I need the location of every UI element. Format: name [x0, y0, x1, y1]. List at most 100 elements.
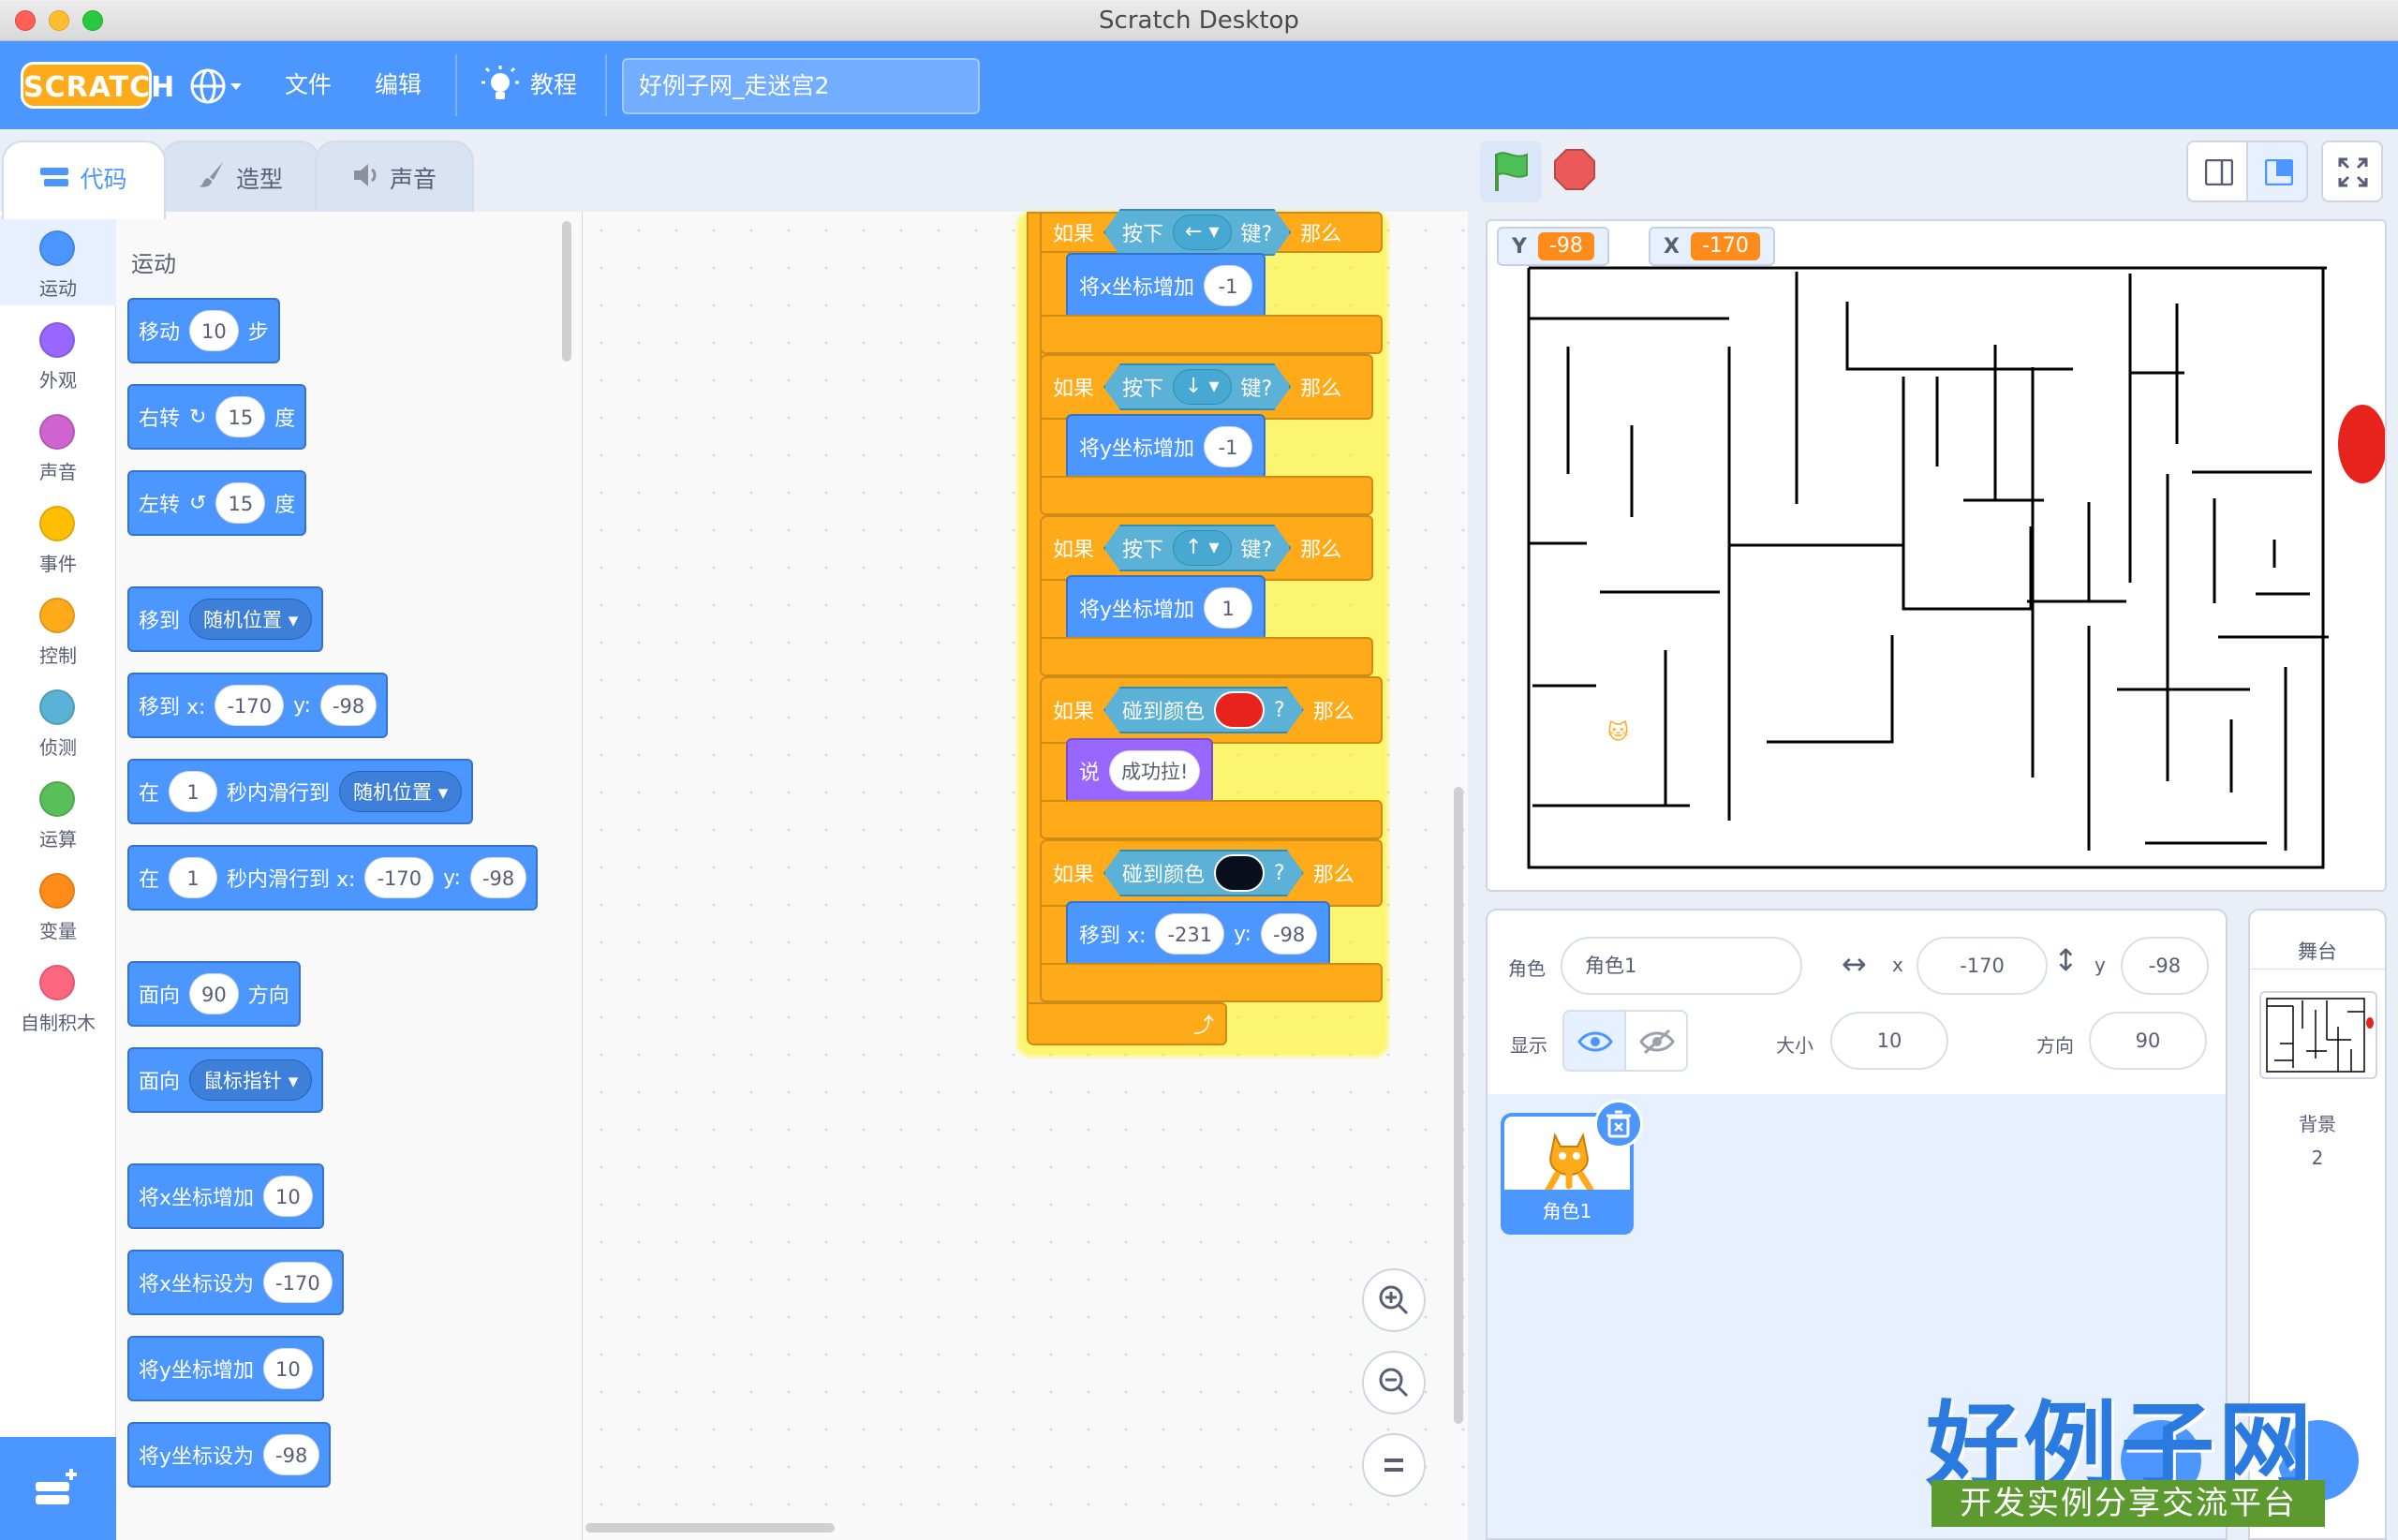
block-input[interactable]: -170 — [364, 857, 435, 898]
block-input[interactable]: 1 — [169, 771, 218, 812]
block-input[interactable]: 15 — [215, 396, 266, 437]
green-flag-button[interactable] — [1480, 141, 1542, 202]
project-title-input[interactable]: 好例子网_走迷宫2 — [622, 58, 980, 114]
color-swatch-black[interactable] — [1214, 854, 1265, 892]
block-dropdown[interactable]: 随机位置 ▾ — [189, 599, 313, 640]
block-input[interactable]: 1 — [169, 857, 218, 898]
block-input[interactable]: -170 — [215, 685, 285, 726]
block-input[interactable]: -98 — [263, 1434, 320, 1475]
block-move-steps[interactable]: 移动 10 步 — [127, 298, 280, 363]
globe-icon[interactable] — [187, 66, 244, 111]
color-swatch-red[interactable] — [1214, 691, 1265, 729]
edit-menu[interactable]: 编辑 — [375, 41, 422, 129]
category-operators[interactable]: 运算 — [0, 766, 116, 858]
key-dropdown[interactable]: ↑ ▾ — [1173, 530, 1231, 566]
category-events[interactable]: 事件 — [0, 491, 116, 583]
key-pressed-sensor[interactable]: 按下 ↓ ▾ 键? — [1103, 363, 1291, 410]
if-block-left-key[interactable]: 如果 按下 ← ▾ 键? 那么 — [1040, 212, 1383, 253]
block-input[interactable]: -98 — [469, 857, 527, 898]
sprite-name-input[interactable]: 角色1 — [1561, 937, 1802, 995]
scratch-logo[interactable]: SCRATCH — [21, 62, 174, 109]
block-change-y[interactable]: 将y坐标增加 10 — [127, 1336, 324, 1401]
category-variables[interactable]: 变量 — [0, 858, 116, 950]
if-block-bottom[interactable] — [1040, 963, 1383, 1002]
block-input[interactable]: 10 — [263, 1176, 313, 1217]
category-sensing[interactable]: 侦测 — [0, 674, 116, 766]
block-glide-to[interactable]: 在 1 秒内滑行到 随机位置 ▾ — [127, 759, 474, 824]
touching-color-sensor[interactable]: 碰到颜色? — [1103, 850, 1304, 896]
normal-stage-button[interactable] — [2246, 141, 2308, 202]
block-say[interactable]: 说成功拉! — [1066, 738, 1214, 804]
delete-sprite-button[interactable] — [1594, 1100, 1643, 1148]
block-input[interactable]: 1 — [1204, 587, 1253, 629]
block-input[interactable]: -1 — [1204, 265, 1253, 306]
forever-block-bottom[interactable]: ⤴ — [1027, 1002, 1227, 1045]
block-change-x[interactable]: 将x坐标增加 10 — [127, 1163, 324, 1229]
zoom-out-button[interactable] — [1362, 1351, 1426, 1414]
stage-canvas[interactable]: Y -98 X -170 🐱 — [1486, 219, 2387, 892]
if-block-down-key[interactable]: 如果 按下 ↓ ▾ 键? 那么 — [1040, 354, 1373, 420]
block-input[interactable]: -1 — [1204, 426, 1253, 467]
block-turn-right[interactable]: 右转 ↻ 15 度 — [127, 384, 307, 450]
block-input[interactable]: 10 — [263, 1348, 313, 1389]
size-input[interactable]: 10 — [1830, 1012, 1948, 1070]
palette-scrollbar[interactable] — [562, 221, 571, 362]
if-block-bottom[interactable] — [1040, 476, 1373, 515]
key-dropdown[interactable]: ← ▾ — [1173, 215, 1231, 250]
block-change-x-script[interactable]: 将x坐标增加 -1 — [1066, 253, 1266, 318]
block-input[interactable]: 成功拉! — [1109, 750, 1201, 792]
show-sprite-button[interactable] — [1562, 1010, 1626, 1072]
block-point-towards[interactable]: 面向 鼠标指针 ▾ — [127, 1047, 324, 1113]
script-horizontal-scrollbar[interactable] — [585, 1523, 835, 1533]
tab-sounds[interactable]: 声音 — [315, 141, 474, 215]
key-dropdown[interactable]: ↓ ▾ — [1173, 369, 1231, 405]
add-extension-button[interactable] — [0, 1437, 116, 1540]
block-set-x[interactable]: 将x坐标设为 -170 — [127, 1250, 344, 1315]
category-looks[interactable]: 外观 — [0, 307, 116, 399]
stage-thumbnail[interactable] — [2259, 991, 2377, 1079]
script-vertical-scrollbar[interactable] — [1454, 787, 1463, 1424]
lightbulb-icon[interactable] — [481, 66, 519, 111]
block-dropdown[interactable]: 随机位置 ▾ — [339, 771, 463, 812]
block-input[interactable]: 90 — [189, 973, 239, 1014]
if-block-touching-red[interactable]: 如果 碰到颜色? 那么 — [1040, 676, 1383, 744]
x-position-input[interactable]: -170 — [1917, 937, 2048, 995]
if-block-touching-black[interactable]: 如果 碰到颜色? 那么 — [1040, 839, 1383, 907]
tutorials-menu[interactable]: 教程 — [530, 41, 577, 129]
key-pressed-sensor[interactable]: 按下 ↑ ▾ 键? — [1103, 525, 1291, 571]
y-position-input[interactable]: -98 — [2121, 937, 2209, 995]
block-goto-xy[interactable]: 移到 x: -170 y: -98 — [127, 673, 389, 738]
block-input[interactable]: -98 — [1260, 913, 1318, 955]
block-goto[interactable]: 移到 随机位置 ▾ — [127, 586, 324, 652]
block-point-direction[interactable]: 面向 90 方向 — [127, 961, 301, 1027]
zoom-reset-button[interactable] — [1362, 1433, 1426, 1497]
tab-code[interactable]: 代码 — [2, 141, 166, 219]
if-block-up-key[interactable]: 如果 按下 ↑ ▾ 键? 那么 — [1040, 515, 1373, 581]
block-input[interactable]: -231 — [1155, 913, 1225, 955]
if-block-bottom[interactable] — [1040, 800, 1383, 839]
if-block-bottom[interactable] — [1040, 315, 1383, 354]
file-menu[interactable]: 文件 — [285, 41, 332, 129]
block-input[interactable]: 15 — [215, 482, 266, 524]
small-stage-button[interactable] — [2186, 141, 2248, 202]
block-turn-left[interactable]: 左转 ↺ 15 度 — [127, 470, 307, 536]
block-glide-xy[interactable]: 在 1 秒内滑行到 x: -170 y: -98 — [127, 845, 539, 911]
if-block-bottom[interactable] — [1040, 637, 1373, 676]
category-my-blocks[interactable]: 自制积木 — [0, 950, 116, 1042]
block-input[interactable]: 10 — [189, 310, 239, 351]
block-goto-xy-script[interactable]: 移到 x: -231 y: -98 — [1066, 901, 1331, 967]
category-control[interactable]: 控制 — [0, 583, 116, 674]
key-pressed-sensor[interactable]: 按下 ← ▾ 键? — [1103, 209, 1291, 256]
direction-input[interactable]: 90 — [2089, 1012, 2207, 1070]
touching-color-sensor[interactable]: 碰到颜色? — [1103, 687, 1304, 733]
block-change-y-script[interactable]: 将y坐标增加 -1 — [1066, 414, 1266, 480]
tab-costumes[interactable]: 造型 — [161, 141, 320, 215]
block-input[interactable]: -98 — [319, 685, 377, 726]
fullscreen-button[interactable] — [2321, 141, 2383, 202]
stop-button[interactable] — [1553, 148, 1596, 195]
block-set-y[interactable]: 将y坐标设为 -98 — [127, 1422, 332, 1488]
block-dropdown[interactable]: 鼠标指针 ▾ — [189, 1059, 313, 1101]
zoom-in-button[interactable] — [1362, 1268, 1426, 1332]
category-motion[interactable]: 运动 — [0, 215, 116, 307]
block-input[interactable]: -170 — [263, 1262, 333, 1303]
